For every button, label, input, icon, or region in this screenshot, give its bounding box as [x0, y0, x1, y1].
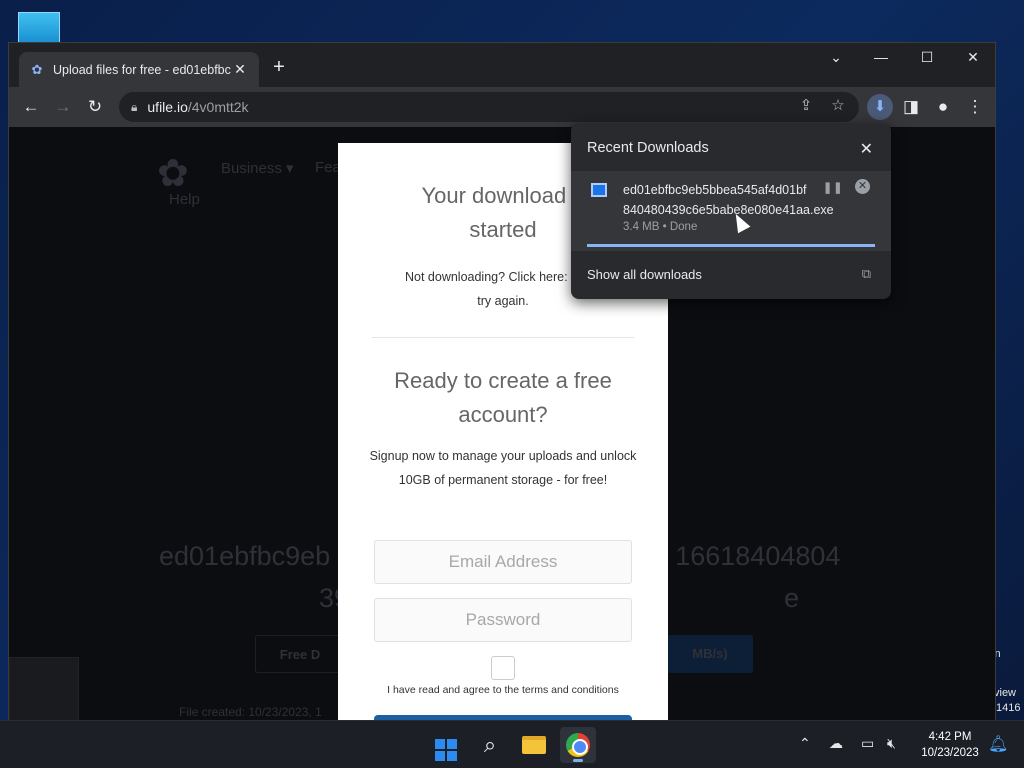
- url-path: /4v0mtt2k: [187, 99, 249, 115]
- nav-features[interactable]: Fea: [315, 159, 341, 176]
- download-item[interactable]: ed01ebfbc9eb5bbea545af4d01bf 840480439c6…: [571, 171, 891, 251]
- side-panel-icon: ◨: [902, 97, 920, 116]
- windows-logo-icon: [435, 739, 457, 761]
- notification-bell-icon[interactable]: 🔔︎: [988, 734, 1008, 754]
- exe-file-icon: [591, 183, 607, 197]
- close-window-button[interactable]: ✕: [957, 49, 989, 66]
- pause-icon[interactable]: ❚❚: [823, 181, 843, 194]
- maximize-button[interactable]: ☐: [911, 49, 943, 66]
- desktop-shortcut-icon[interactable]: [18, 12, 60, 44]
- address-bar[interactable]: 🔒︎ ufile.io /4v0mtt2k ⇪ ☆: [119, 92, 859, 122]
- start-button[interactable]: [428, 727, 464, 763]
- downloads-button[interactable]: ⬇: [867, 94, 893, 120]
- chevron-up-icon[interactable]: ⌃: [799, 735, 811, 752]
- arrow-right-icon: →: [54, 97, 72, 116]
- desktop-edge-text: 1416: [996, 702, 1021, 714]
- onedrive-icon[interactable]: ☁: [829, 735, 843, 752]
- search-button[interactable]: ⌕: [472, 727, 508, 763]
- volume-muted-icon[interactable]: 🔇︎: [887, 735, 896, 752]
- show-all-downloads-link[interactable]: Show all downloads: [587, 267, 702, 282]
- download-status: 3.4 MB • Done: [623, 221, 698, 233]
- folder-icon: [522, 736, 546, 754]
- download-progress-fill: [587, 244, 875, 247]
- download-icon: ⬇: [873, 98, 887, 115]
- terms-checkbox[interactable]: [491, 656, 515, 680]
- try-again-text: try again.: [477, 294, 529, 308]
- ufile-icon: ✿: [31, 61, 43, 77]
- toolbar: ← → ↻ 🔒︎ ufile.io /4v0mtt2k ⇪ ☆ ⬇ ◨ ● ⋮: [9, 87, 995, 127]
- bookmark-star-icon[interactable]: ☆: [827, 96, 849, 114]
- clock-date: 10/23/2023: [921, 747, 979, 759]
- tab-search-button[interactable]: ⌄: [820, 49, 852, 66]
- email-field[interactable]: [374, 540, 632, 584]
- network-icon[interactable]: ▭: [861, 735, 874, 752]
- recaptcha-badge[interactable]: [9, 657, 79, 721]
- new-tab-button[interactable]: +: [267, 56, 291, 80]
- file-explorer-button[interactable]: [516, 727, 552, 763]
- password-field[interactable]: [374, 598, 632, 642]
- taskbar: ⌕ ⌃ ☁ ▭ 🔇︎ 4:42 PM 10/23/2023 🔔︎: [0, 720, 1024, 768]
- url-host: ufile.io: [147, 99, 188, 115]
- arrow-left-icon: ←: [22, 97, 40, 116]
- more-vert-icon: ⋮: [966, 97, 984, 116]
- premium-download-button[interactable]: MB/s): [667, 635, 753, 673]
- download-filename: ed01ebfbc9eb5bbea545af4d01bf 840480439c6…: [623, 183, 834, 217]
- free-download-button[interactable]: Free D: [255, 635, 345, 673]
- search-icon: ⌕: [483, 732, 497, 757]
- open-external-icon[interactable]: ⧉: [862, 266, 871, 282]
- system-clock[interactable]: 4:42 PM 10/23/2023: [910, 729, 990, 761]
- side-panel-button[interactable]: ◨: [898, 95, 924, 119]
- cancel-icon[interactable]: ✕: [855, 179, 870, 194]
- divider: [372, 337, 634, 338]
- profile-icon: ●: [937, 97, 949, 116]
- profile-button[interactable]: ●: [930, 95, 956, 119]
- not-downloading-label: Not downloading? Click here:: [404, 270, 568, 284]
- nav-help[interactable]: Help: [169, 191, 200, 208]
- reload-icon: ↻: [87, 97, 103, 116]
- signup-title: Ready to create a free account?: [394, 368, 612, 427]
- terms-label: I have read and agree to the terms and c…: [387, 684, 619, 696]
- desktop-edge-text: view: [994, 687, 1017, 699]
- tab-active[interactable]: ✿ Upload files for free - ed01ebfbc9eb5b…: [19, 52, 259, 87]
- signup-subtitle: Signup now to manage your uploads and un…: [369, 449, 637, 487]
- minimize-button[interactable]: —: [865, 49, 897, 65]
- downloads-bubble: Recent Downloads ✕ ed01ebfbc9eb5bbea545a…: [571, 123, 891, 299]
- lock-icon[interactable]: 🔒︎: [131, 100, 137, 115]
- close-icon[interactable]: ✕: [860, 139, 873, 159]
- chrome-taskbar-button[interactable]: [560, 727, 596, 763]
- menu-button[interactable]: ⋮: [962, 95, 988, 119]
- download-progress-bar: [587, 244, 875, 247]
- tab-bar: ✿ Upload files for free - ed01ebfbc9eb5b…: [9, 43, 995, 87]
- tab-close-icon[interactable]: ✕: [231, 61, 249, 78]
- ufile-logo-icon: ✿: [157, 153, 189, 195]
- tab-title: Upload files for free - ed01ebfbc9eb5bbe…: [53, 62, 231, 77]
- forward-button[interactable]: →: [50, 95, 76, 119]
- downloads-header: Recent Downloads: [587, 140, 709, 156]
- share-icon[interactable]: ⇪: [795, 96, 817, 114]
- chrome-icon: [566, 733, 590, 757]
- reload-button[interactable]: ↻: [82, 95, 108, 119]
- clock-time: 4:42 PM: [928, 731, 972, 743]
- active-indicator: [573, 759, 583, 762]
- nav-business[interactable]: Business ▾: [221, 159, 294, 177]
- back-button[interactable]: ←: [18, 95, 44, 119]
